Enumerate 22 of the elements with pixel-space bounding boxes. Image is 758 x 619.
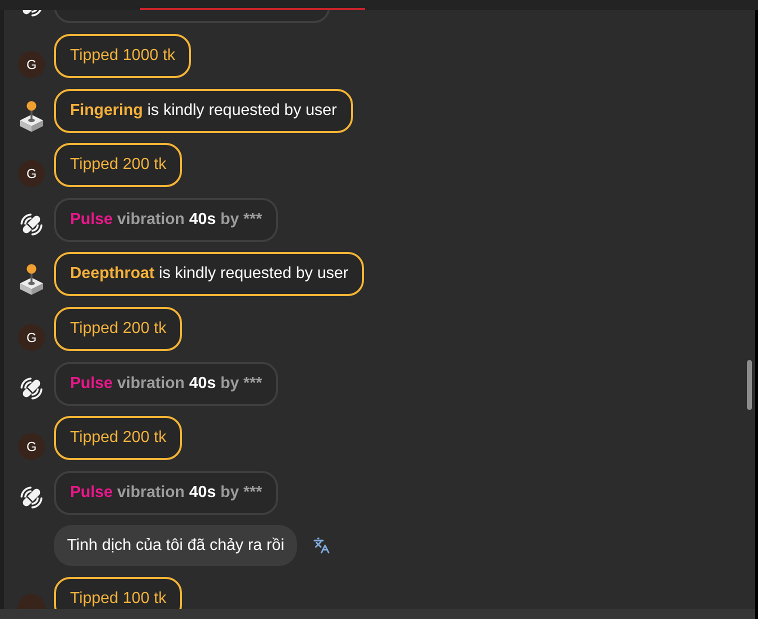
tip-message: Tipped 200 tk — [54, 143, 182, 188]
chat-message: Tinh dịch của tôi đã chảy ra rồi — [54, 525, 298, 566]
user-avatar: G — [18, 160, 45, 188]
vibration-message: Pulse vibration 40s by *** — [54, 470, 278, 515]
vibrator-icon — [18, 484, 45, 511]
vibrator-icon — [18, 374, 45, 402]
request-message: Deepthroat is kindly requested by user — [54, 252, 364, 296]
joystick-icon — [18, 263, 45, 296]
tip-message: Tipped 200 tk — [54, 416, 182, 460]
tip-message: Tipped 200 tk — [54, 306, 182, 351]
tip-message: Tipped 1000 tk — [54, 34, 192, 78]
scrollbar-thumb[interactable] — [747, 360, 752, 410]
user-avatar: G — [18, 324, 45, 351]
user-avatar: G — [18, 433, 45, 460]
joystick-icon — [18, 100, 45, 133]
vibrator-icon — [18, 210, 45, 238]
tip-message: Tipped 100 tk — [54, 576, 182, 609]
vibration-message: Pulse vibration 40s by *** — [54, 198, 278, 242]
user-avatar: G — [18, 51, 45, 78]
request-message: Fingering is kindly requested by user — [54, 88, 353, 133]
vibration-message: Pulse vibration 40s by *** — [54, 362, 278, 406]
translate-icon[interactable] — [313, 537, 330, 554]
